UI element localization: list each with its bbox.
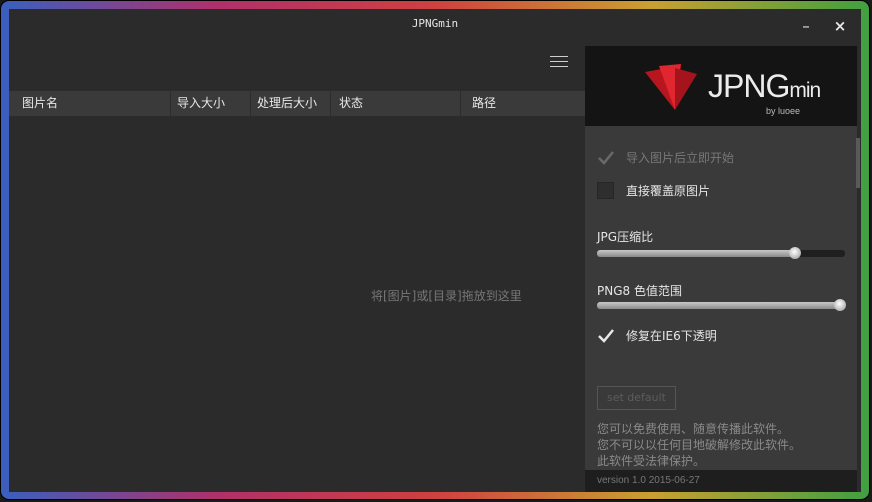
ie6-fix-checkbox[interactable]: 修复在IE6下透明 bbox=[597, 325, 717, 345]
notice-line: 此软件受法律保护。 bbox=[597, 454, 706, 468]
column-header-status[interactable]: 状态 bbox=[331, 91, 461, 116]
auto-start-checkbox[interactable]: 导入图片后立即开始 bbox=[597, 147, 734, 167]
logo-suffix: min bbox=[789, 79, 821, 102]
png-range-slider[interactable] bbox=[597, 299, 847, 311]
slider-knob[interactable] bbox=[834, 299, 847, 311]
check-icon bbox=[597, 327, 614, 344]
logo-area: JPNGmin by luoee bbox=[585, 46, 857, 126]
settings-panel: JPNGmin by luoee 导入图片后立即开始 直接覆盖原图片 JPG压缩… bbox=[585, 46, 860, 492]
set-default-button[interactable]: set default bbox=[597, 386, 676, 410]
logo-text: JPNGmin bbox=[708, 68, 821, 105]
overwrite-label: 直接覆盖原图片 bbox=[626, 183, 711, 198]
menu-icon[interactable] bbox=[550, 56, 568, 70]
logo-byline: by luoee bbox=[766, 106, 801, 116]
auto-start-label: 导入图片后立即开始 bbox=[626, 150, 735, 165]
column-header-import-size[interactable]: 导入大小 bbox=[171, 91, 251, 116]
ie6-fix-label: 修复在IE6下透明 bbox=[626, 328, 717, 343]
jpg-ratio-label: JPG压缩比 bbox=[597, 230, 654, 244]
file-list-panel[interactable]: 图片名 导入大小 处理后大小 状态 路径 将[图片]或[目录]拖放到这里 bbox=[9, 39, 585, 492]
scrollbar[interactable] bbox=[856, 138, 860, 188]
app-window: JPNGmin – × 图片名 导入大小 处理后大小 状态 路径 将[图片]或[… bbox=[9, 9, 861, 492]
check-icon bbox=[597, 149, 614, 166]
logo-main: JPNG bbox=[708, 68, 790, 104]
minimize-button[interactable]: – bbox=[795, 15, 817, 37]
png-range-label: PNG8 色值范围 bbox=[597, 284, 682, 298]
drop-hint: 将[图片]或[目录]拖放到这里 bbox=[371, 289, 522, 303]
version-text: version 1.0 2015-06-27 bbox=[597, 475, 700, 486]
slider-knob[interactable] bbox=[789, 247, 802, 259]
jpg-ratio-slider[interactable] bbox=[597, 247, 845, 259]
footer: version 1.0 2015-06-27 bbox=[585, 470, 857, 492]
title-bar[interactable]: JPNGmin – × bbox=[9, 9, 861, 39]
table-header: 图片名 导入大小 处理后大小 状态 路径 bbox=[9, 91, 585, 116]
notice-line: 您可以免费使用、随意传播此软件。 bbox=[597, 422, 790, 436]
column-header-path[interactable]: 路径 bbox=[461, 91, 585, 116]
checkbox-box bbox=[597, 181, 614, 199]
column-header-processed-size[interactable]: 处理后大小 bbox=[251, 91, 331, 116]
slider-fill bbox=[597, 250, 796, 257]
close-button[interactable]: × bbox=[829, 15, 851, 37]
window-title: JPNGmin bbox=[411, 17, 459, 30]
column-header-name[interactable]: 图片名 bbox=[9, 91, 171, 116]
notice-line: 您不可以以任何目地破解修改此软件。 bbox=[597, 438, 802, 452]
logo-mark-icon bbox=[645, 64, 697, 110]
slider-fill bbox=[597, 302, 841, 309]
overwrite-checkbox[interactable]: 直接覆盖原图片 bbox=[597, 180, 710, 200]
